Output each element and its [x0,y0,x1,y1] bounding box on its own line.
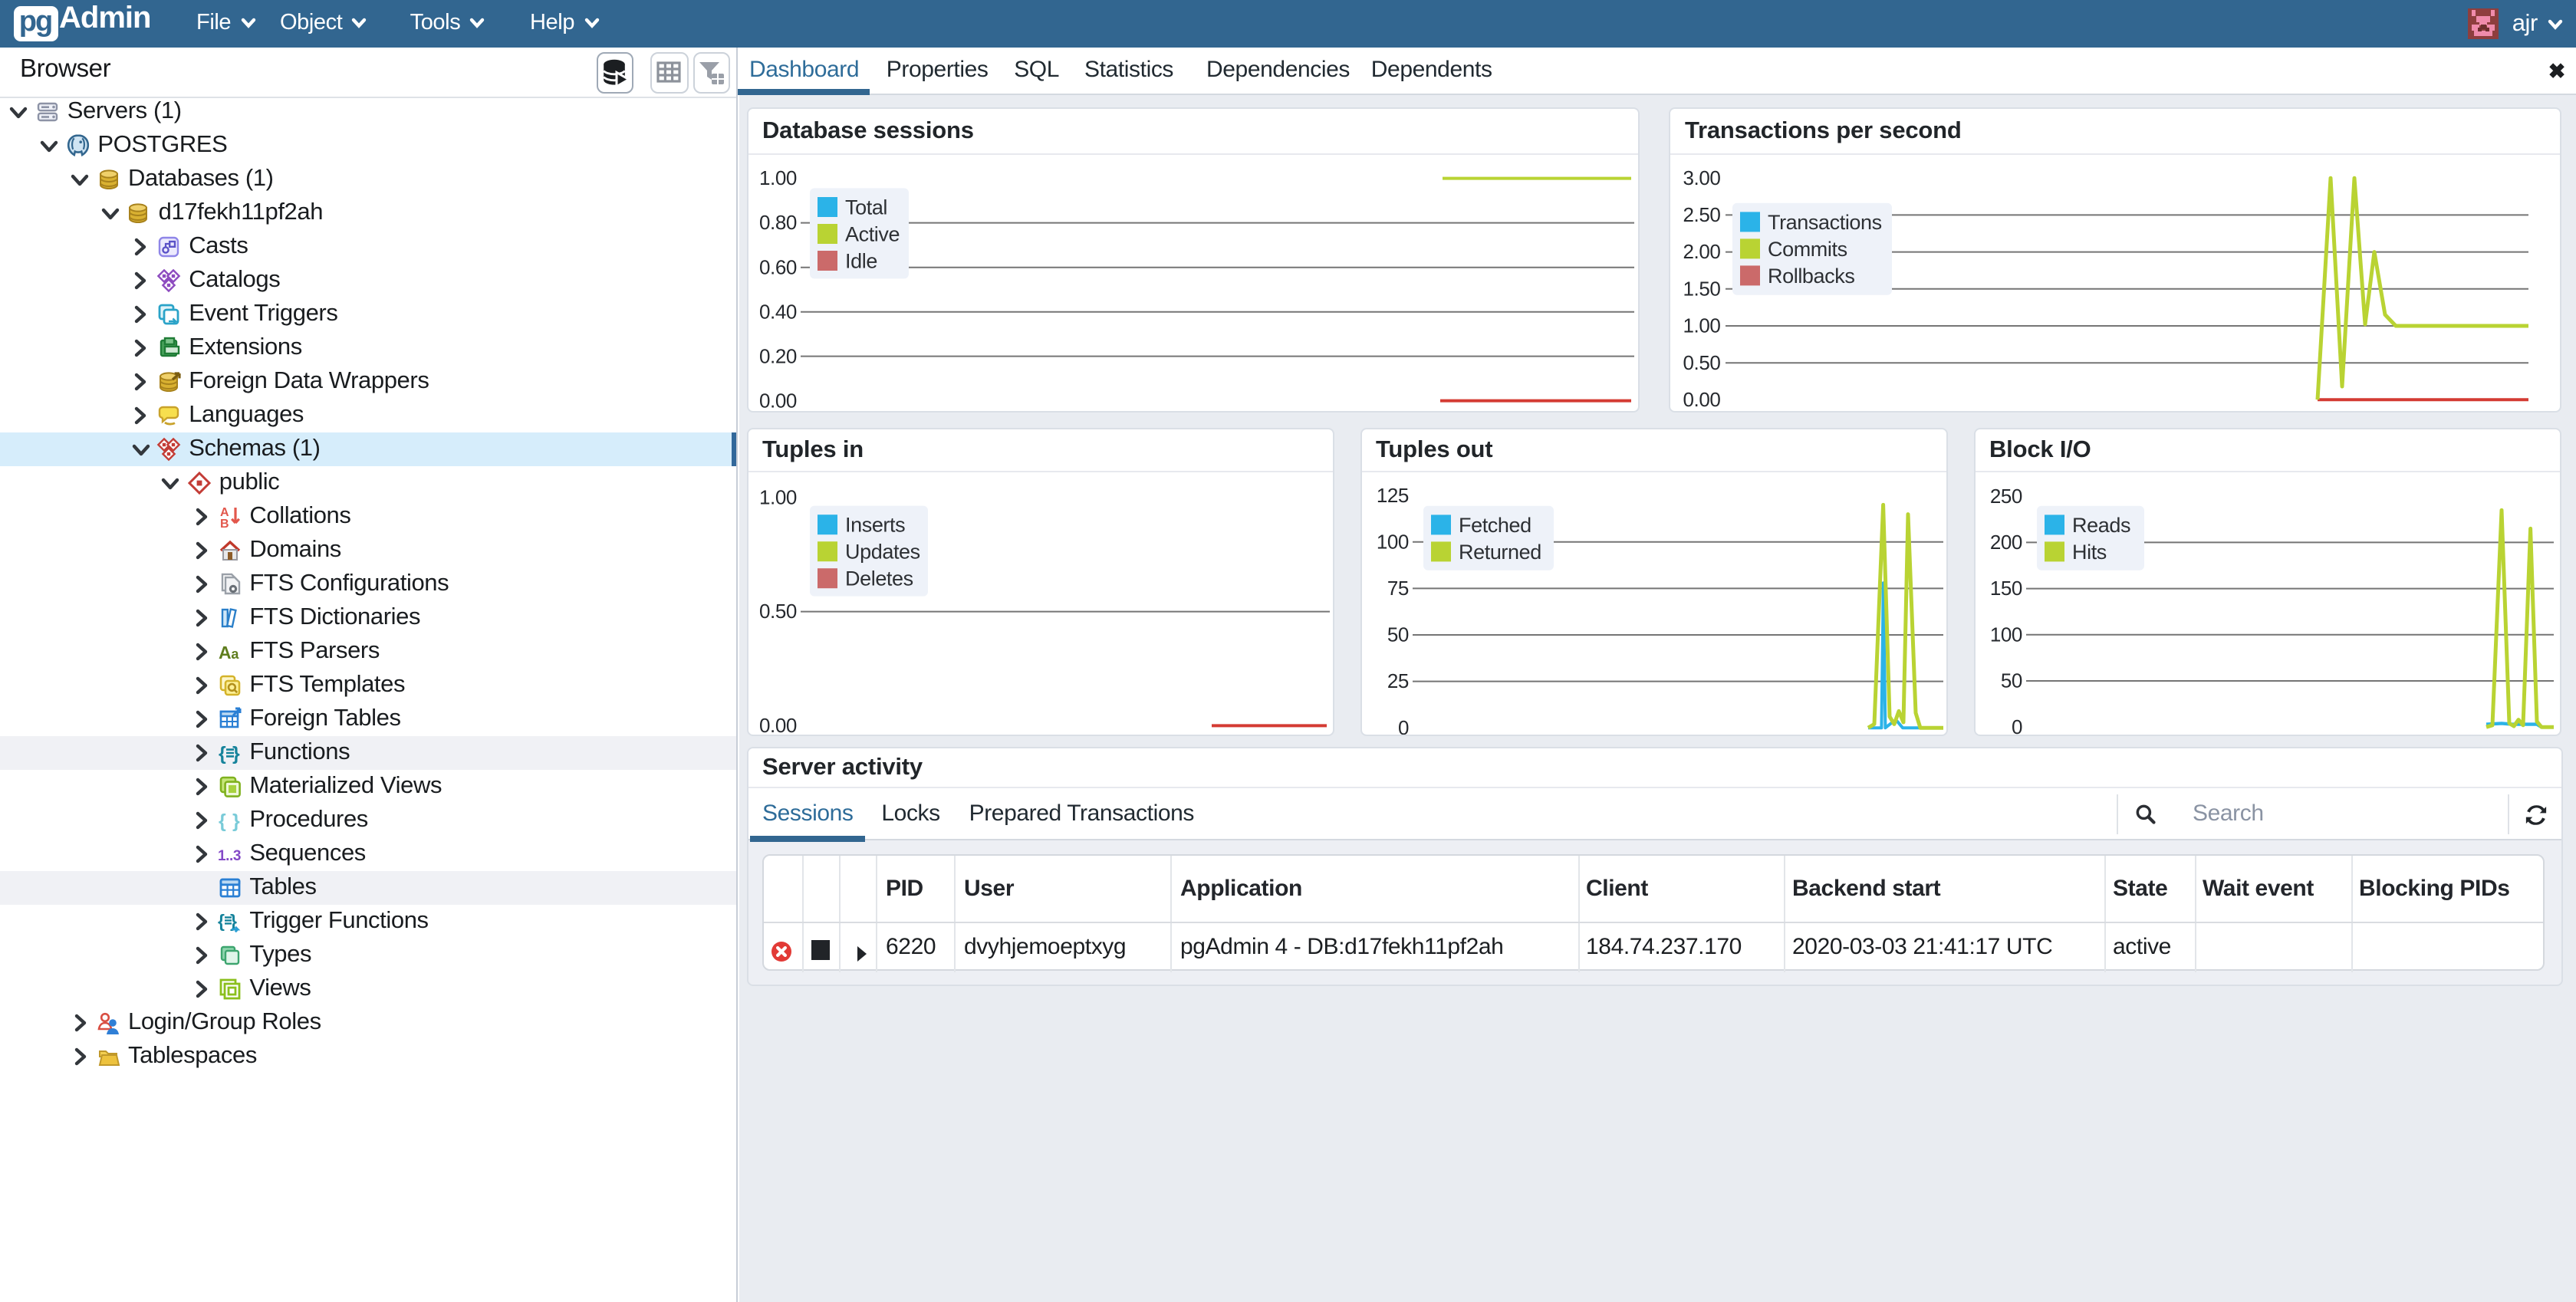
svg-text:0.20: 0.20 [758,344,796,367]
svg-text:1.00: 1.00 [758,166,796,189]
svg-text:0.00: 0.00 [758,389,796,412]
svg-text:0: 0 [1397,716,1408,735]
svg-text:2.50: 2.50 [1683,202,1720,225]
svg-text:Returned: Returned [1458,541,1541,564]
svg-text:100: 100 [1989,623,2022,646]
svg-text:A: A [218,643,230,663]
svg-text:250: 250 [1989,485,2022,508]
svg-text:3.00: 3.00 [1683,166,1720,189]
svg-text:0.50: 0.50 [758,600,796,623]
svg-text:50: 50 [2000,669,2022,692]
svg-text:25: 25 [1387,670,1408,693]
svg-text:Commits: Commits [1768,237,1847,260]
svg-text:50: 50 [1387,623,1408,646]
svg-text:Inserts: Inserts [844,514,904,537]
svg-text:0.50: 0.50 [1683,350,1720,373]
svg-text:Transactions: Transactions [1768,210,1882,233]
svg-text:0.40: 0.40 [758,300,796,323]
svg-text:150: 150 [1989,577,2022,600]
svg-text:0.00: 0.00 [758,714,796,735]
svg-text:75: 75 [1387,577,1408,600]
svg-text:200: 200 [1989,531,2022,554]
svg-text:}: } [232,810,239,832]
svg-text:1.00: 1.00 [1683,314,1720,337]
svg-text:Total: Total [844,196,887,219]
svg-text:Deletes: Deletes [844,567,913,590]
svg-text:a: a [231,646,239,662]
svg-text:Reads: Reads [2071,514,2130,537]
svg-text:Idle: Idle [844,249,877,272]
svg-text:0.00: 0.00 [1683,387,1720,410]
svg-text:{: { [218,743,225,764]
svg-text:{: { [217,911,224,931]
svg-text:Fetched: Fetched [1458,514,1531,537]
svg-text:{: { [218,810,225,832]
svg-text:Hits: Hits [2071,541,2106,564]
svg-text:0: 0 [2011,715,2022,735]
svg-text:Rollbacks: Rollbacks [1768,264,1854,287]
svg-text:B: B [219,518,228,529]
svg-text:125: 125 [1376,484,1408,507]
svg-text:1..3: 1..3 [217,848,240,864]
svg-text:1.50: 1.50 [1683,277,1720,300]
svg-text:1.00: 1.00 [758,486,796,509]
svg-text:Active: Active [844,222,899,245]
svg-text:2.00: 2.00 [1683,239,1720,262]
svg-text:0.80: 0.80 [758,210,796,233]
svg-text:100: 100 [1376,531,1408,554]
svg-text:0.60: 0.60 [758,255,796,278]
svg-text:Updates: Updates [844,541,920,564]
